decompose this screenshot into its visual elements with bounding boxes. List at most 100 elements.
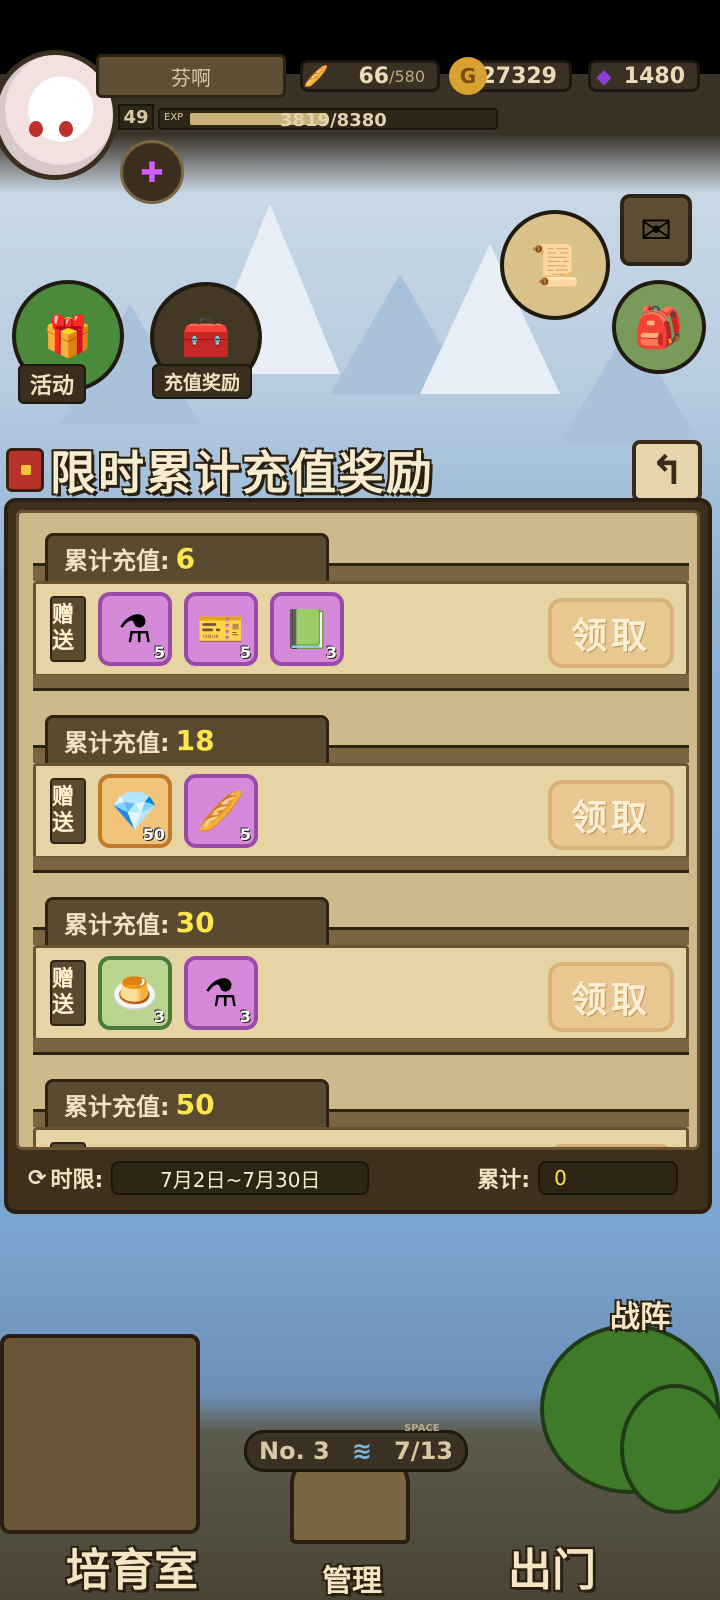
gift-tag: 赠送: [50, 960, 86, 1026]
reward-item[interactable]: 🎫 5: [184, 592, 258, 666]
tier-footer-bar: [33, 675, 689, 691]
refresh-icon: ⟳: [28, 1165, 47, 1191]
time-limit-label: ⟳ 时限:: [28, 1162, 103, 1194]
gift-tag-text: 赠送: [52, 785, 75, 836]
item-count: 3: [153, 1007, 165, 1026]
player-level: 49: [118, 104, 154, 130]
manage-button[interactable]: 管理: [322, 1556, 382, 1600]
item-count: 50: [142, 825, 165, 844]
bread-icon: 🥖: [303, 64, 329, 88]
panel-title-text: 限时累计充值奖励: [50, 446, 434, 500]
mail-button[interactable]: ✉: [620, 194, 692, 266]
reward-item[interactable]: 📗 3: [270, 592, 344, 666]
scroll-icon: 📜: [530, 242, 580, 289]
total-label: 累计:: [477, 1168, 531, 1193]
tier-footer-bar: [33, 1039, 689, 1055]
reward-tier: 累计充值: 6 赠送 ⚗ 5 🎫 5 📗 3 领取: [33, 523, 689, 693]
quest-scroll-button[interactable]: 📜: [500, 210, 610, 320]
room-number: No. 3: [259, 1437, 330, 1465]
gold-counter[interactable]: G 27329: [449, 57, 572, 95]
player-name: 芬啊: [96, 54, 286, 98]
tier-label: 累计充值:: [64, 1093, 170, 1121]
claim-button[interactable]: 领取: [548, 962, 674, 1032]
tier-amount: 18: [175, 724, 215, 757]
rainbow-book-icon: 📗: [283, 606, 331, 651]
reward-tier: 累计充值: 18 赠送 💎 50 🥖 5 领取: [33, 705, 689, 875]
tier-rewards: 赠送 🍮 3 ⚗ 3 领取: [33, 945, 689, 1041]
gift-box-icon: 🎁: [43, 313, 93, 360]
recharge-reward-label: 充值奖励: [152, 364, 253, 399]
reward-item[interactable]: 🍮 3: [98, 956, 172, 1030]
reward-tier: 累计充值: 50 赠送 领取: [33, 1069, 689, 1150]
gold-value: 27329: [480, 63, 557, 89]
pudding-icon: 🍮: [111, 970, 159, 1015]
time-limit-value: 7月2日~7月30日: [111, 1161, 370, 1195]
stamina-counter[interactable]: 🥖 66/580: [300, 60, 440, 92]
tier-label: 累计充值:: [64, 729, 170, 757]
time-limit-text: 时限:: [50, 1168, 104, 1193]
panel-title: 限时累计充值奖励: [6, 438, 434, 502]
nursery-building: [0, 1334, 200, 1534]
tier-rewards: 赠送 领取: [33, 1127, 689, 1150]
ticket-icon: 🎫: [197, 606, 245, 651]
wave-icon: ≋: [351, 1437, 372, 1465]
reward-item[interactable]: ⚗ 5: [98, 592, 172, 666]
gold-coin-icon: G: [449, 57, 487, 95]
item-count: 3: [325, 643, 337, 662]
item-count: 5: [239, 825, 251, 844]
nursery-button[interactable]: 培育室: [66, 1534, 198, 1598]
tier-label: 累计充值:: [64, 547, 170, 575]
gift-tag-text: 赠送: [52, 603, 75, 654]
stamina-value: 66: [358, 63, 390, 89]
avatar-eye: [29, 121, 43, 137]
room-space-badge: No. 3 ≋ SPACE 7/13: [244, 1423, 468, 1472]
exp-bar: EXP 3819/8380: [158, 108, 498, 131]
tier-amount: 50: [175, 1088, 215, 1121]
gem-counter[interactable]: ◆ 1480: [588, 60, 700, 92]
tier-tab: 累计充值: 18: [45, 715, 329, 763]
back-arrow-icon: ↰: [650, 448, 684, 494]
space-value-wrap: SPACE 7/13: [394, 1423, 453, 1465]
gift-tag: 赠送: [50, 1142, 86, 1150]
avatar-eye: [59, 121, 73, 137]
tier-tab: 累计充值: 50: [45, 1079, 329, 1127]
reward-tier: 累计充值: 30 赠送 🍮 3 ⚗ 3 领取: [33, 887, 689, 1057]
back-button[interactable]: ↰: [632, 440, 702, 502]
claim-button[interactable]: 领取: [548, 1144, 674, 1147]
claim-button[interactable]: 领取: [548, 780, 674, 850]
reward-item[interactable]: 🥖 5: [184, 774, 258, 848]
claim-button[interactable]: 领取: [548, 598, 674, 668]
purple-potion-icon: ⚗: [203, 971, 239, 1015]
envelope-icon: ✉: [640, 208, 672, 252]
gift-tag-text: 赠送: [52, 967, 75, 1018]
exit-button[interactable]: 出门: [508, 1534, 596, 1598]
gift-tag: 赠送: [50, 596, 86, 662]
gem-value: 1480: [623, 63, 685, 89]
formation-button[interactable]: 战阵: [610, 1292, 670, 1336]
reward-item[interactable]: ⚗ 3: [184, 956, 258, 1030]
tier-label: 累计充值:: [64, 911, 170, 939]
item-count: 3: [239, 1007, 251, 1026]
tier-tab: 累计充值: 6: [45, 533, 329, 581]
item-count: 5: [153, 643, 165, 662]
space-tag: SPACE: [404, 1423, 440, 1434]
buy-gems-button[interactable]: ✚: [120, 140, 184, 204]
panel-footer: ⟳ 时限: 7月2日~7月30日 累计: 0: [16, 1154, 700, 1202]
purple-gem-icon: ◆: [596, 64, 612, 88]
gift-tag: 赠送: [50, 778, 86, 844]
recharge-reward-panel: 累计充值: 6 赠送 ⚗ 5 🎫 5 📗 3 领取 累计充值: 18 赠送 💎 50 🥖…: [4, 498, 712, 1214]
total-value: 0: [538, 1161, 679, 1195]
space-value: 7/13: [394, 1437, 453, 1465]
item-count: 5: [239, 643, 251, 662]
tier-footer-bar: [33, 857, 689, 873]
bread-basket-icon: 🥖: [197, 788, 245, 833]
tree: [620, 1384, 720, 1514]
tier-amount: 6: [175, 542, 196, 575]
tier-list[interactable]: 累计充值: 6 赠送 ⚗ 5 🎫 5 📗 3 领取 累计充值: 18 赠送 💎 50 🥖…: [16, 510, 700, 1150]
tier-amount: 30: [175, 906, 215, 939]
purple-potion-icon: ⚗: [117, 607, 153, 651]
gift-tag-text: 赠送: [52, 1149, 84, 1150]
reward-item[interactable]: 💎 50: [98, 774, 172, 848]
tier-tab: 累计充值: 30: [45, 897, 329, 945]
backpack-button[interactable]: 🎒: [612, 280, 706, 374]
